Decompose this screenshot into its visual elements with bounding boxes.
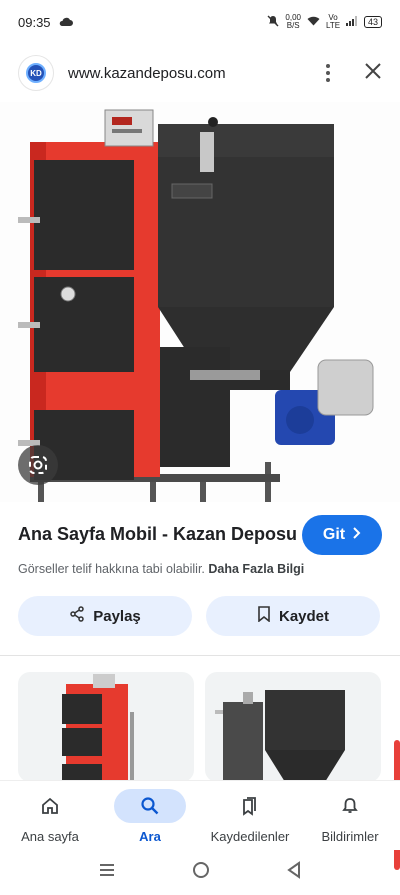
save-label: Kaydet <box>278 607 330 625</box>
divider <box>0 655 400 656</box>
home-button-icon[interactable] <box>192 861 210 884</box>
bookmarks-icon <box>243 797 256 816</box>
battery-indicator: 43 <box>363 16 382 28</box>
more-options-icon[interactable] <box>326 64 330 82</box>
bookmark-icon <box>257 606 271 626</box>
nav-saved[interactable]: Kaydedilenler <box>200 781 300 850</box>
share-icon <box>69 606 85 626</box>
visit-button[interactable]: Git <box>302 515 382 555</box>
copyright-notice: Görseller telif hakkına tabi olabilir. D… <box>18 562 304 576</box>
status-time: 09:35 <box>18 14 51 30</box>
recent-apps-icon[interactable] <box>98 862 116 883</box>
copyright-text: Görseller telif hakkına tabi olabilir. <box>18 562 205 576</box>
search-icon <box>141 797 159 815</box>
related-image-2[interactable] <box>205 672 381 782</box>
share-button[interactable]: Paylaş <box>18 596 192 636</box>
signal-icon <box>345 16 358 28</box>
visit-button-label: Git <box>322 526 346 543</box>
net-speed: 0,00 B/S <box>285 13 301 30</box>
boiler-hopper-thumbnail <box>215 690 345 782</box>
share-label: Paylaş <box>93 607 141 625</box>
bottom-nav: Ana sayfa Ara Kaydedilenler Bildirimler <box>0 780 400 850</box>
nav-notifications[interactable]: Bildirimler <box>300 781 400 850</box>
url-text[interactable]: www.kazandeposu.com <box>68 65 226 82</box>
lens-search-button[interactable] <box>18 445 58 485</box>
wifi-icon <box>307 16 320 28</box>
chevron-right-icon <box>351 526 361 544</box>
url-bar: KD www.kazandeposu.com <box>0 48 400 98</box>
system-nav-bar <box>0 850 400 895</box>
status-bar: 09:35 0,00 B/S Vo LTE 43 <box>0 0 400 44</box>
nav-notifications-label: Bildirimler <box>321 829 379 844</box>
cloud-icon <box>59 15 73 30</box>
more-info-link[interactable]: Daha Fazla Bilgi <box>208 562 304 576</box>
close-icon[interactable] <box>364 62 382 85</box>
save-button[interactable]: Kaydet <box>206 596 380 636</box>
site-logo: KD <box>18 55 54 91</box>
network-type: Vo LTE <box>325 13 341 30</box>
home-icon <box>42 797 58 814</box>
mute-icon <box>267 15 279 29</box>
lens-icon <box>29 456 47 474</box>
result-image[interactable] <box>0 102 400 502</box>
nav-saved-label: Kaydedilenler <box>210 829 290 844</box>
site-logo-text: KD <box>26 63 46 83</box>
nav-search[interactable]: Ara <box>100 781 200 850</box>
boiler-image <box>18 109 374 502</box>
nav-search-label: Ara <box>139 829 161 844</box>
result-title[interactable]: Ana Sayfa Mobil - Kazan Deposu <box>18 524 297 545</box>
nav-home-label: Ana sayfa <box>21 829 79 844</box>
back-icon[interactable] <box>286 861 302 884</box>
boiler-thumbnail <box>62 674 134 782</box>
bell-icon <box>342 798 358 813</box>
nav-home[interactable]: Ana sayfa <box>0 781 100 850</box>
related-image-1[interactable] <box>18 672 194 782</box>
